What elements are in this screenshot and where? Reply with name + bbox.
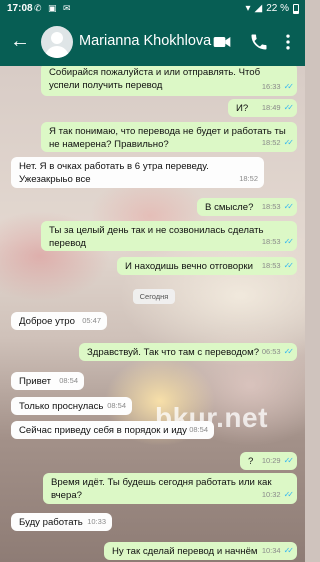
more-options-icon[interactable] — [283, 32, 293, 52]
message-meta: 08:54 — [107, 400, 126, 413]
message-meta: 05:47 — [82, 315, 101, 328]
phone-call-icon[interactable] — [249, 32, 269, 52]
video-call-icon[interactable] — [212, 32, 232, 52]
signal-icon: ◢ — [254, 3, 263, 14]
message-time: 18:53 — [261, 201, 281, 211]
avatar-body — [45, 46, 69, 58]
message-bubble[interactable]: Ну так сделай перевод и начнём 10:34 ✓✓ — [104, 542, 297, 560]
message-time: 18:52 — [261, 137, 281, 147]
message-time: 18:49 — [261, 102, 281, 112]
message-meta: 10:32 ✓✓ — [261, 489, 295, 502]
message-time: 10:29 — [261, 455, 281, 465]
message-bubble[interactable]: Буду работать 10:33 — [11, 513, 112, 531]
message-bubble[interactable]: Привет 08:54 — [11, 372, 84, 390]
message-text: Собирайся пожалуйста и или отправлять. Ч… — [49, 67, 261, 91]
message-bubble[interactable]: Сейчас приведу себя в порядок и иду 08:5… — [11, 421, 214, 439]
message-time: 10:34 — [261, 545, 281, 555]
read-ticks-icon: ✓✓ — [283, 236, 295, 246]
read-ticks-icon: ✓✓ — [283, 545, 295, 555]
read-ticks-icon: ✓✓ — [283, 81, 295, 91]
chat-header: ← Marianna Khokhlova — [0, 18, 305, 66]
message-text: Ну так сделай перевод и начнём — [112, 546, 258, 557]
message-meta: 18:53 ✓✓ — [261, 201, 295, 214]
message-bubble[interactable]: Ты за целый день так и не созвонилась сд… — [41, 221, 297, 251]
message-text: Ты за целый день так и не созвонилась сд… — [49, 225, 264, 249]
message-text: Сейчас приведу себя в порядок и иду — [19, 425, 187, 436]
avatar[interactable] — [41, 26, 73, 58]
message-text: Здравствуй. Так что там с переводом? — [87, 347, 260, 358]
message-text: Доброе утро — [19, 316, 75, 327]
message-bubble[interactable]: Время идёт. Ты будешь сегодня работать и… — [43, 473, 297, 504]
message-time: 16:33 — [261, 81, 281, 91]
clock: 17:08 — [7, 3, 33, 14]
message-bubble[interactable]: Нет. Я в очках работать в 6 утра перевед… — [11, 157, 264, 188]
message-meta: 08:54 — [189, 424, 208, 437]
message-text: И? — [236, 103, 249, 114]
message-time: 18:53 — [261, 260, 281, 270]
message-meta: 10:33 — [87, 516, 106, 529]
read-ticks-icon: ✓✓ — [283, 260, 295, 270]
message-meta: 18:49 ✓✓ — [261, 102, 295, 115]
read-ticks-icon: ✓✓ — [283, 201, 295, 211]
message-time: 08:54 — [59, 375, 78, 385]
chat-area[interactable]: bkur.net Собирайся пожалуйста и или отпр… — [0, 66, 305, 562]
message-meta: 08:54 — [59, 375, 78, 388]
read-ticks-icon: ✓✓ — [283, 455, 295, 465]
notification-icons: ✆ ▣ ✉ — [34, 3, 73, 13]
avatar-head — [51, 32, 63, 44]
battery-icon — [293, 3, 299, 14]
read-ticks-icon: ✓✓ — [283, 489, 295, 499]
battery-percent: 22 % — [266, 3, 289, 14]
message-text: В смысле? — [205, 202, 254, 213]
read-ticks-icon: ✓✓ — [283, 102, 295, 112]
read-ticks-icon: ✓✓ — [283, 346, 295, 356]
message-time: 05:47 — [82, 315, 101, 325]
back-arrow-icon[interactable]: ← — [10, 29, 30, 53]
message-text: И находишь вечно отговорки — [125, 261, 253, 272]
message-bubble[interactable]: Здравствуй. Так что там с переводом? 06:… — [79, 343, 297, 361]
message-text: Привет — [19, 376, 51, 387]
message-time: 08:54 — [189, 424, 208, 434]
message-text: Только проснулась — [19, 401, 104, 412]
wifi-icon: ▾ — [245, 3, 251, 14]
message-time: 18:52 — [239, 173, 258, 183]
message-text: ? — [248, 456, 254, 467]
system-indicators: ▾ ◢ 22 % — [245, 3, 299, 14]
message-meta: 18:52 — [239, 173, 258, 186]
status-bar: 17:08 ✆ ▣ ✉ ▾ ◢ 22 % — [0, 0, 305, 18]
message-text: Я так понимаю, что перевода не будет и р… — [49, 126, 286, 150]
contact-name[interactable]: Marianna Khokhlova — [79, 33, 211, 49]
message-bubble[interactable]: Доброе утро 05:47 — [11, 312, 107, 330]
message-bubble[interactable]: В смысле? 18:53 ✓✓ — [197, 198, 297, 216]
message-meta: 06:53 ✓✓ — [261, 346, 295, 359]
message-meta: 18:53 ✓✓ — [261, 236, 295, 249]
message-meta: 16:33 ✓✓ — [261, 81, 295, 94]
message-meta: 10:34 ✓✓ — [261, 545, 295, 558]
message-bubble[interactable]: И? 18:49 ✓✓ — [228, 99, 297, 117]
message-time: 06:53 — [261, 346, 281, 356]
message-time: 10:32 — [261, 489, 281, 499]
message-bubble[interactable]: Я так понимаю, что перевода не будет и р… — [41, 122, 297, 152]
message-meta: 10:29 ✓✓ — [261, 455, 295, 468]
message-time: 10:33 — [87, 516, 106, 526]
message-bubble[interactable]: Только проснулась 08:54 — [11, 397, 132, 415]
date-separator: Сегодня — [133, 289, 175, 304]
message-text: Буду работать — [19, 517, 83, 528]
read-ticks-icon: ✓✓ — [283, 137, 295, 147]
message-bubble[interactable]: И находишь вечно отговорки 18:53 ✓✓ — [117, 257, 297, 275]
message-text: Время идёт. Ты будешь сегодня работать и… — [51, 477, 272, 501]
message-meta: 18:53 ✓✓ — [261, 260, 295, 273]
message-text: Нет. Я в очках работать в 6 утра перевед… — [19, 161, 209, 185]
message-bubble[interactable]: ? 10:29 ✓✓ — [240, 452, 297, 470]
message-bubble[interactable]: Собирайся пожалуйста и или отправлять. Ч… — [41, 66, 297, 96]
message-time: 08:54 — [107, 400, 126, 410]
message-time: 18:53 — [261, 236, 281, 246]
message-meta: 18:52 ✓✓ — [261, 137, 295, 150]
